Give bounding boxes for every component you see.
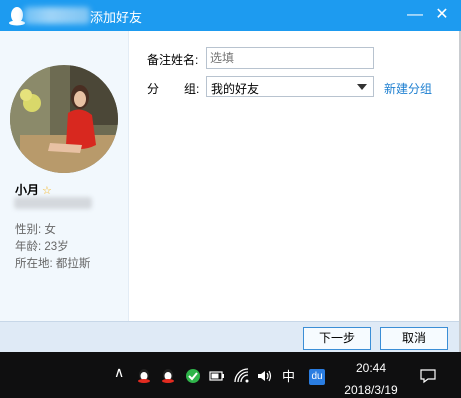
window-title: 添加好友 [90, 10, 143, 25]
next-button[interactable]: 下一步 [303, 327, 371, 350]
contact-name: 小月 ☆ [15, 181, 52, 198]
action-center-icon[interactable] [420, 368, 436, 384]
profile-panel: 小月 ☆ 性别: 女 年龄: 23岁 所在地: 都拉斯 [0, 31, 129, 321]
close-icon: ✕ [435, 6, 449, 23]
dropdown-arrow-icon [357, 84, 367, 90]
star-icon: ☆ [42, 185, 52, 197]
battery-icon[interactable] [209, 368, 225, 384]
qq-tray-icon-2[interactable] [160, 368, 176, 384]
ime-indicator[interactable]: 中 [282, 366, 295, 385]
location-info: 所在地: 都拉斯 [15, 258, 91, 270]
title-bar: 添加好友 — ✕ [0, 0, 461, 31]
group-select-value: 我的好友 [211, 82, 260, 96]
baidu-input-icon[interactable]: du [309, 369, 325, 385]
security-app-icon[interactable] [185, 368, 201, 384]
minimize-button[interactable]: — [404, 4, 426, 26]
gender-info: 性别: 女 [15, 224, 56, 236]
qq-tray-icon[interactable] [136, 368, 152, 384]
cancel-button[interactable]: 取消 [380, 327, 448, 350]
remark-label: 备注姓名: [147, 53, 199, 67]
new-group-link[interactable]: 新建分组 [384, 80, 432, 97]
group-label-first: 分 [147, 82, 160, 96]
remark-input[interactable] [206, 47, 374, 69]
minimize-icon: — [407, 6, 423, 23]
contact-name-text: 小月 [15, 183, 40, 197]
wifi-icon[interactable] [234, 368, 250, 384]
system-clock[interactable]: 20:44 2018/3/19 [340, 360, 402, 398]
add-friend-window: 添加好友 — ✕ 小月 ☆ 性别: 女 年龄: 23岁 所在地: 都拉斯 备注姓… [0, 0, 461, 352]
close-button[interactable]: ✕ [431, 4, 453, 26]
avatar [10, 65, 118, 173]
blurred-title-prefix [24, 7, 90, 24]
group-label-second: 组: [184, 82, 200, 96]
group-select[interactable]: 我的好友 [206, 76, 374, 97]
show-hidden-icons-chevron-icon[interactable]: ∧ [114, 364, 124, 381]
taskbar: ∧ 中 du 20:44 2018/3/19 [0, 352, 461, 398]
age-info: 年龄: 23岁 [15, 241, 69, 253]
clock-date: 2018/3/19 [344, 383, 398, 397]
volume-icon[interactable] [256, 368, 272, 384]
dialog-footer: 下一步 取消 [0, 321, 459, 352]
blurred-account-id [14, 197, 92, 209]
clock-time: 20:44 [355, 361, 387, 375]
